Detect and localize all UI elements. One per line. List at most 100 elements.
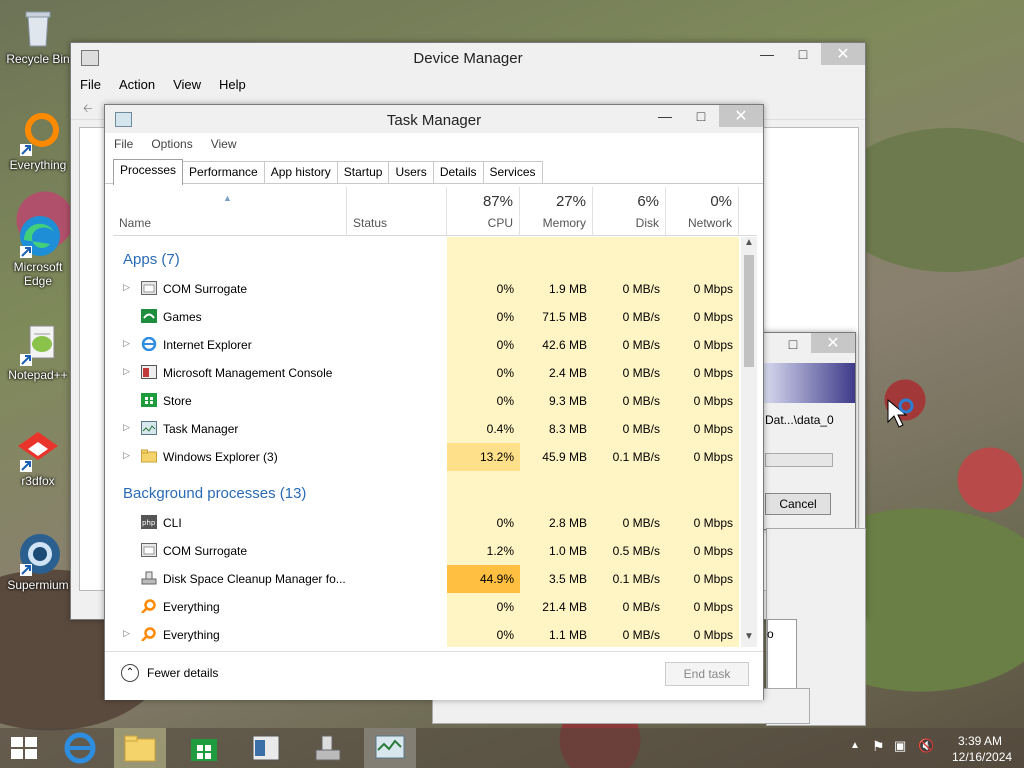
- desktop-icon-notepadpp[interactable]: Notepad++: [0, 322, 76, 382]
- column-network[interactable]: 0% Network: [666, 187, 739, 235]
- vertical-scrollbar[interactable]: ▲ ▼: [741, 237, 757, 647]
- close-button[interactable]: ✕: [821, 43, 865, 65]
- expand-arrow-icon[interactable]: ▷: [123, 338, 130, 349]
- expand-arrow-icon[interactable]: ▷: [123, 450, 130, 461]
- disk-label: Disk: [635, 216, 659, 230]
- clock-date[interactable]: 12/16/2024: [952, 750, 1012, 764]
- scroll-thumb[interactable]: [744, 255, 754, 367]
- taskbar-task-manager[interactable]: [364, 728, 416, 768]
- expand-arrow-icon[interactable]: ▷: [123, 282, 130, 293]
- network-icon[interactable]: ▣: [894, 738, 906, 754]
- close-button[interactable]: ✕: [719, 105, 763, 127]
- start-button[interactable]: [0, 728, 48, 768]
- fewer-details-icon[interactable]: ⌃: [121, 664, 139, 682]
- taskbar-ie[interactable]: [54, 728, 106, 768]
- volume-muted-icon[interactable]: 🔇: [918, 738, 934, 754]
- desktop-icon-edge[interactable]: Microsoft Edge: [0, 214, 76, 288]
- disk-value: 0.5 MB/s: [612, 544, 660, 558]
- cleanup-icon: [315, 735, 341, 761]
- process-row[interactable]: Disk Space Cleanup Manager fo... 44.9% 3.5…: [113, 565, 739, 593]
- process-row[interactable]: ▷ Windows Explorer (3) 13.2% 45.9 MB 0.1 MB/…: [113, 443, 739, 471]
- process-row[interactable]: ▷ Microsoft Management Console 0% 2.4 MB 0 M…: [113, 359, 739, 387]
- maximize-button[interactable]: □: [785, 43, 821, 65]
- task-manager-tabs: Processes Performance App history Startu…: [105, 155, 763, 185]
- expand-arrow-icon[interactable]: ▷: [123, 628, 130, 639]
- maximize-button[interactable]: □: [775, 333, 811, 355]
- desktop-icon-recycle-bin[interactable]: Recycle Bin: [0, 6, 76, 66]
- background-dialog-titlebar[interactable]: □ ✕: [755, 333, 855, 355]
- process-row[interactable]: ▷ COM Surrogate 0% 1.9 MB 0 MB/s 0 Mbps: [113, 275, 739, 303]
- tray-show-hidden-icon[interactable]: ▲: [850, 740, 860, 751]
- tab-startup[interactable]: Startup: [336, 161, 390, 183]
- device-manager-titlebar[interactable]: Device Manager — □ ✕: [71, 43, 865, 73]
- network-value: 0 Mbps: [693, 366, 733, 380]
- cpu-label: CPU: [487, 216, 513, 230]
- end-task-button[interactable]: End task: [665, 662, 749, 686]
- expand-arrow-icon[interactable]: ▷: [123, 422, 130, 433]
- minimize-button[interactable]: —: [647, 105, 683, 127]
- tab-performance[interactable]: Performance: [182, 161, 265, 183]
- clock-time[interactable]: 3:39 AM: [958, 734, 1002, 748]
- store-icon: [141, 393, 157, 407]
- path-text: Dat...\data_0: [765, 413, 834, 427]
- column-name[interactable]: Name: [113, 187, 347, 235]
- expand-arrow-icon[interactable]: ▷: [123, 366, 130, 377]
- disk-value: 0 MB/s: [622, 338, 660, 352]
- process-row[interactable]: Everything 0% 21.4 MB 0 MB/s 0 Mbps: [113, 593, 739, 621]
- network-value: 0 Mbps: [693, 310, 733, 324]
- task-manager-titlebar[interactable]: Task Manager — □ ✕: [105, 105, 763, 133]
- taskbar-explorer[interactable]: [114, 728, 166, 768]
- menu-file[interactable]: File: [105, 137, 142, 151]
- process-row[interactable]: Store 0% 9.3 MB 0 MB/s 0 Mbps: [113, 387, 739, 415]
- process-row[interactable]: ▷ Everything 0% 1.1 MB 0 MB/s 0 Mbps: [113, 621, 739, 647]
- disk-value: 0 MB/s: [622, 628, 660, 642]
- process-row[interactable]: COM Surrogate 1.2% 1.0 MB 0.5 MB/s 0 Mbps: [113, 537, 739, 565]
- back-arrow-icon[interactable]: 🡠: [83, 99, 93, 120]
- scroll-down-icon[interactable]: ▼: [744, 631, 754, 642]
- column-status[interactable]: Status: [347, 187, 447, 235]
- maximize-button[interactable]: □: [683, 105, 719, 127]
- tab-app-history[interactable]: App history: [263, 161, 338, 183]
- fewer-details-link[interactable]: Fewer details: [147, 666, 218, 680]
- disk-value: 0 MB/s: [622, 366, 660, 380]
- taskbar-cleanup[interactable]: [302, 728, 354, 768]
- disk-value: 0 MB/s: [622, 310, 660, 324]
- animation-banner: [763, 363, 855, 403]
- column-disk[interactable]: 6% Disk: [593, 187, 666, 235]
- cancel-button[interactable]: Cancel: [765, 493, 831, 515]
- desktop-icon-r3dfox[interactable]: r3dfox: [0, 428, 76, 488]
- minimize-button[interactable]: —: [749, 43, 785, 65]
- menu-view[interactable]: View: [164, 77, 210, 92]
- memory-value: 42.6 MB: [542, 338, 587, 352]
- desktop-icon-supermium[interactable]: Supermium: [0, 532, 76, 592]
- tab-services[interactable]: Services: [482, 161, 543, 183]
- process-row[interactable]: ▷ Internet Explorer 0% 42.6 MB 0 MB/s 0 Mbps: [113, 331, 739, 359]
- column-cpu[interactable]: 87% CPU: [447, 187, 520, 235]
- menu-action[interactable]: Action: [110, 77, 164, 92]
- background-section-header: Background processes (13): [123, 485, 307, 502]
- menu-view[interactable]: View: [202, 137, 246, 151]
- taskbar-device-manager[interactable]: [240, 728, 292, 768]
- ie-icon: [64, 732, 96, 764]
- process-row[interactable]: ▷ Task Manager 0.4% 8.3 MB 0 MB/s 0 Mbps: [113, 415, 739, 443]
- memory-value: 1.0 MB: [548, 544, 587, 558]
- cpu-value: 1.2%: [486, 544, 514, 558]
- menu-help[interactable]: Help: [210, 77, 255, 92]
- scroll-up-icon[interactable]: ▲: [744, 237, 754, 248]
- disk-value: 0 MB/s: [622, 516, 660, 530]
- tab-details[interactable]: Details: [432, 161, 484, 183]
- desktop-icon-everything[interactable]: Everything: [0, 112, 76, 172]
- action-center-flag-icon[interactable]: ⚑: [872, 738, 885, 755]
- everything-icon: [16, 112, 60, 156]
- tab-processes[interactable]: Processes: [113, 159, 184, 185]
- column-memory[interactable]: 27% Memory: [520, 187, 593, 235]
- tab-users[interactable]: Users: [388, 161, 434, 183]
- cleanup-icon: [141, 571, 157, 585]
- process-row[interactable]: Games 0% 71.5 MB 0 MB/s 0 Mbps: [113, 303, 739, 331]
- taskbar-store[interactable]: [178, 728, 230, 768]
- menu-file[interactable]: File: [71, 77, 110, 92]
- window-icon: [141, 543, 157, 557]
- process-row[interactable]: php CLI 0% 2.8 MB 0 MB/s 0 Mbps: [113, 509, 739, 537]
- menu-options[interactable]: Options: [142, 137, 201, 151]
- close-button[interactable]: ✕: [811, 333, 855, 353]
